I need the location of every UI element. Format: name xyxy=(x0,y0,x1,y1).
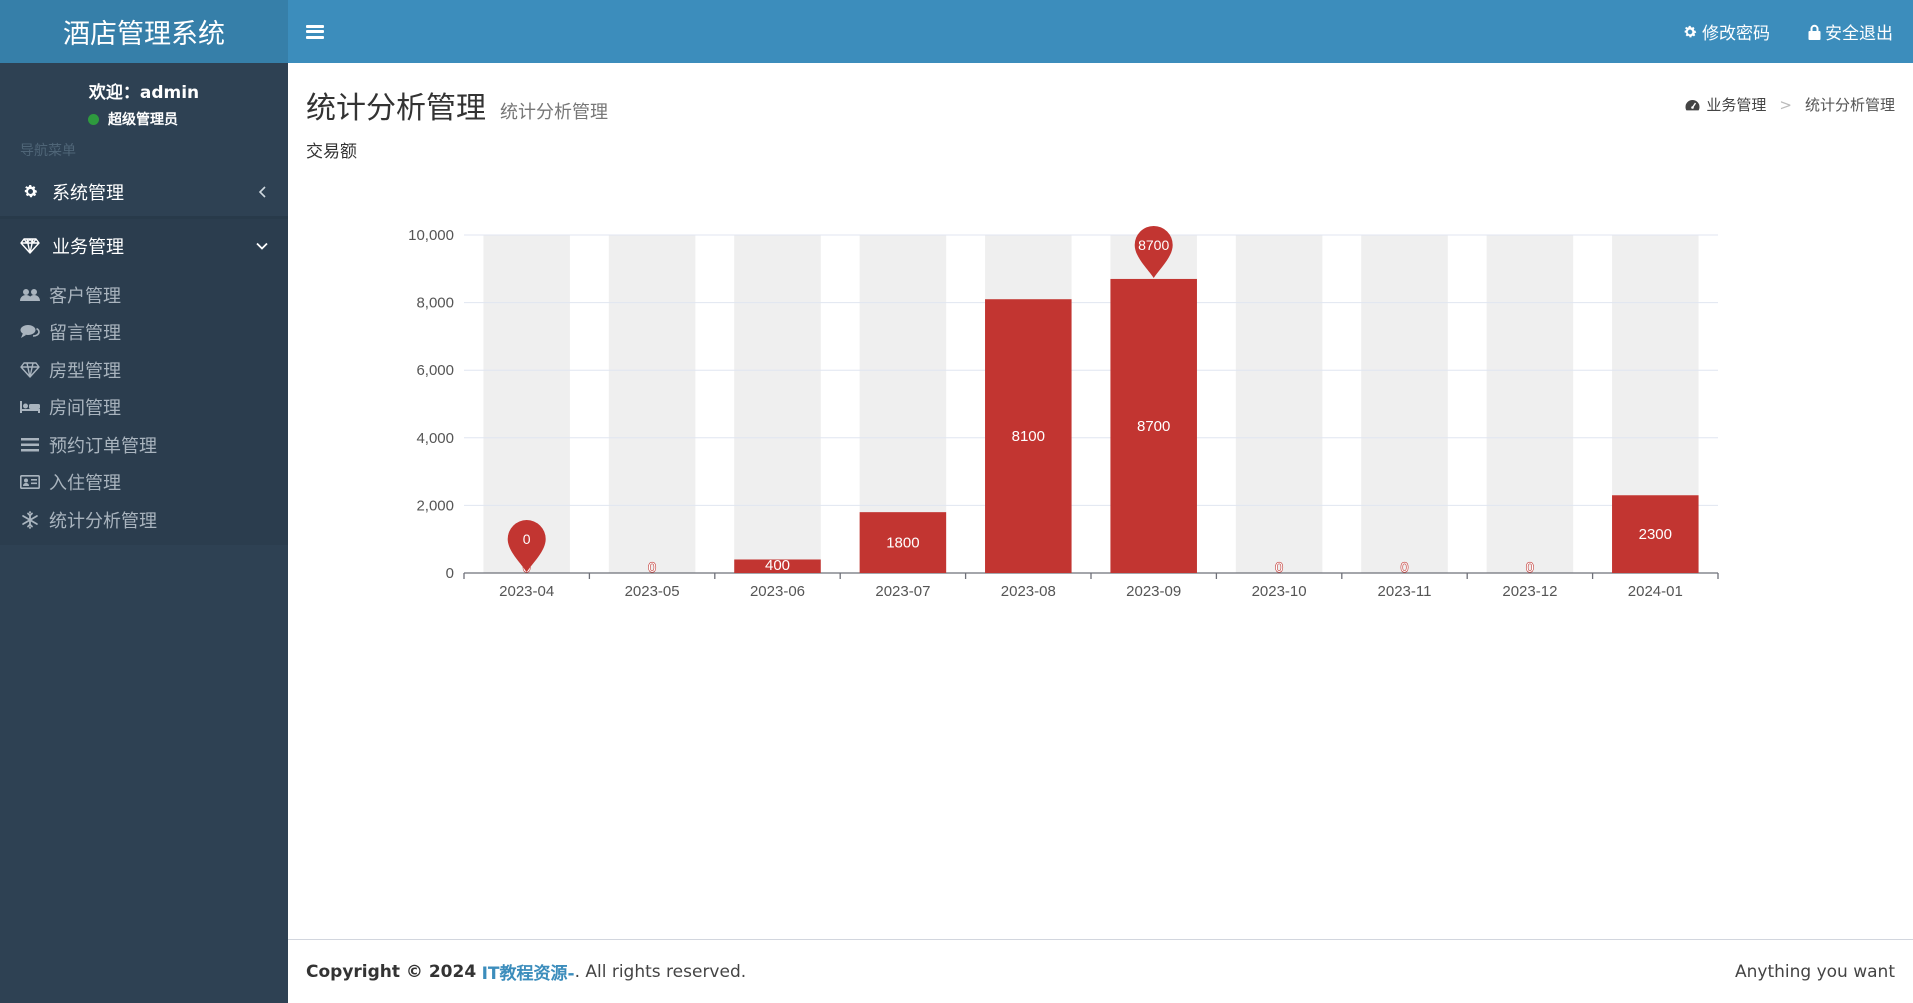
y-tick-label: 4,000 xyxy=(416,430,454,447)
bar-value-label: 2300 xyxy=(1639,526,1672,543)
sub-item-label: 预约订单管理 xyxy=(49,435,157,457)
user-role: 超级管理员 xyxy=(0,109,288,129)
sub-item-label: 房型管理 xyxy=(49,360,121,382)
background-bar xyxy=(1486,235,1574,573)
sidebar-item-reservations[interactable]: 预约订单管理 xyxy=(0,426,288,464)
app-title: 酒店管理系统 xyxy=(63,19,225,50)
logout-link[interactable]: 安全退出 xyxy=(1808,19,1893,44)
business-submenu: 客户管理 留言管理 房型管理 房间管理 预约订单管理 入住管理 统计分析管理 xyxy=(0,273,288,545)
y-tick-label: 10,000 xyxy=(408,227,454,244)
user-panel: 欢迎：admin 超级管理员 xyxy=(0,63,288,143)
sidebar-item-customers[interactable]: 客户管理 xyxy=(0,276,288,314)
top-navbar: 修改密码 安全退出 xyxy=(288,0,1913,63)
min-marker-pin-label: 0 xyxy=(523,531,531,547)
sub-item-label: 房间管理 xyxy=(49,398,121,420)
bar-value-label: 8100 xyxy=(1012,428,1045,445)
change-password-link[interactable]: 修改密码 xyxy=(1682,19,1770,44)
y-tick-label: 6,000 xyxy=(416,362,454,379)
x-tick-label: 2023-07 xyxy=(875,583,930,600)
main-content: 统计分析管理 统计分析管理 业务管理 > 统计分析管理 交易额 0 2,000 4,… xyxy=(288,63,1913,1003)
lock-icon xyxy=(1808,24,1821,40)
x-tick-label: 2023-04 xyxy=(499,583,554,600)
role-label: 超级管理员 xyxy=(108,112,178,128)
sub-item-label: 统计分析管理 xyxy=(49,510,157,532)
welcome-text: 欢迎：admin xyxy=(88,83,200,103)
x-tick-label: 2024-01 xyxy=(1628,583,1683,600)
sub-item-label: 入住管理 xyxy=(49,473,121,495)
background-bar xyxy=(1361,235,1448,573)
diamond-icon xyxy=(20,362,40,378)
sidebar: 欢迎：admin 超级管理员 导航菜单 系统管理 业务管理 客户管理 留言管理 … xyxy=(0,63,288,1003)
menu-label: 系统管理 xyxy=(52,182,124,204)
y-tick-label: 0 xyxy=(446,565,454,582)
x-tick-label: 2023-09 xyxy=(1126,583,1181,600)
x-tick-label: 2023-12 xyxy=(1502,583,1557,600)
comments-icon xyxy=(20,325,40,339)
background-bar xyxy=(734,235,821,573)
chevron-left-icon xyxy=(258,185,266,198)
sidebar-menu-business[interactable]: 业务管理 xyxy=(0,219,288,273)
change-password-label: 修改密码 xyxy=(1702,24,1770,44)
bar-value-label: 0 xyxy=(1275,559,1283,575)
snowflake-icon xyxy=(22,510,38,529)
gear-icon xyxy=(1684,25,1697,37)
transaction-bar-chart: 0 2,000 4,000 6,000 8,000 10,000 0 2023-04 0 2023… xyxy=(408,225,1719,600)
sidebar-item-room-types[interactable]: 房型管理 xyxy=(0,351,288,389)
sidebar-toggle-icon[interactable] xyxy=(306,24,324,39)
bed-icon xyxy=(20,401,40,414)
max-marker-pin-label: 8700 xyxy=(1138,237,1169,253)
x-tick-label: 2023-05 xyxy=(625,583,680,600)
x-tick-label: 2023-06 xyxy=(750,583,805,600)
footer-right-text: Anything you want xyxy=(1735,961,1895,982)
sub-item-label: 留言管理 xyxy=(49,323,121,345)
sidebar-item-checkin[interactable]: 入住管理 xyxy=(0,464,288,502)
y-tick-label: 8,000 xyxy=(416,295,454,312)
bar-value-label: 0 xyxy=(648,559,656,575)
background-bar xyxy=(1235,235,1323,573)
footer-brand-link[interactable]: IT教程资源- xyxy=(482,959,575,984)
users-icon xyxy=(20,288,40,301)
bar-value-label: 400 xyxy=(765,557,790,574)
sub-item-label: 客户管理 xyxy=(49,285,121,307)
list-icon xyxy=(21,437,39,452)
x-tick-label: 2023-08 xyxy=(1001,583,1056,600)
id-card-icon xyxy=(20,475,40,490)
footer-rights: . All rights reserved. xyxy=(574,961,747,982)
chevron-down-icon xyxy=(256,242,268,250)
background-bar xyxy=(608,235,696,573)
sidebar-menu-system[interactable]: 系统管理 xyxy=(0,167,288,219)
nav-header: 导航菜单 xyxy=(20,143,76,159)
menu-label: 业务管理 xyxy=(52,237,124,258)
bar-value-label: 0 xyxy=(1401,559,1409,575)
logout-label: 安全退出 xyxy=(1825,24,1893,44)
sidebar-item-messages[interactable]: 留言管理 xyxy=(0,314,288,352)
x-tick-label: 2023-11 xyxy=(1378,583,1432,600)
app-logo[interactable]: 酒店管理系统 xyxy=(0,0,288,63)
footer: Copyright © 2024 IT教程资源-. All rights res… xyxy=(288,939,1913,1003)
y-tick-label: 2,000 xyxy=(416,497,454,514)
diamond-icon xyxy=(20,238,40,254)
bar-value-label: 0 xyxy=(1526,559,1534,575)
sidebar-item-statistics[interactable]: 统计分析管理 xyxy=(0,501,288,539)
bar-value-label: 8700 xyxy=(1137,418,1170,435)
x-tick-label: 2023-10 xyxy=(1252,583,1307,600)
gear-icon xyxy=(24,185,37,198)
sidebar-item-rooms[interactable]: 房间管理 xyxy=(0,389,288,427)
bar-value-label: 1800 xyxy=(886,535,919,552)
online-status-icon xyxy=(88,113,99,125)
footer-copyright: Copyright © 2024 xyxy=(306,961,477,982)
